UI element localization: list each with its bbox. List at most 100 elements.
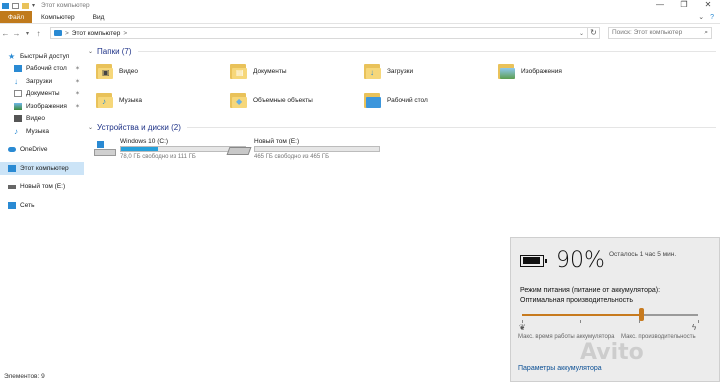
window-controls: — ❐ ✕ — [648, 0, 720, 11]
folder-videos[interactable]: ▣ Видео — [96, 62, 138, 80]
battery-icon — [520, 254, 547, 267]
sidebar-item-downloads[interactable]: ↓ Загрузки ✶ — [0, 75, 84, 88]
folder-desktop[interactable]: Рабочий стол — [364, 91, 428, 109]
ribbon-right-controls: ⌄ ? — [698, 11, 720, 23]
collapse-chevron-icon[interactable]: ⌄ — [88, 124, 93, 131]
drive-e[interactable]: Новый том (E:) 465 ГБ свободно из 465 ГБ — [226, 138, 380, 160]
search-placeholder: Поиск: Этот компьютер — [612, 29, 683, 36]
sidebar-item-videos[interactable]: Видео — [0, 113, 84, 126]
slider-tick — [698, 320, 699, 323]
sidebar-item-music[interactable]: ♪ Музыка — [0, 125, 84, 138]
documents-folder-icon: ▤ — [230, 62, 248, 80]
pin-icon[interactable]: ✶ — [75, 103, 80, 110]
explorer-app-icon — [2, 2, 9, 9]
power-mode-title: Режим питания (питание от аккумулятора): — [520, 287, 661, 294]
recent-locations-icon[interactable]: ▾ — [22, 30, 33, 37]
pin-icon[interactable]: ✶ — [75, 65, 80, 72]
lightning-icon: ϟ — [692, 323, 697, 332]
drive-usage-bar — [254, 146, 380, 152]
refresh-icon[interactable]: ↻ — [588, 27, 600, 39]
document-icon — [14, 90, 22, 98]
battery-summary: 90% — [520, 248, 605, 273]
pin-icon[interactable]: ✶ — [75, 78, 80, 85]
avito-watermark: Avito — [580, 340, 644, 365]
address-dropdown-icon[interactable]: ⌄ — [579, 30, 584, 37]
address-field[interactable]: > Этот компьютер > ⌄ — [50, 27, 588, 39]
window-title: Этот компьютер — [41, 2, 90, 9]
minimize-button[interactable]: — — [648, 0, 672, 11]
hard-drive-icon — [226, 141, 252, 157]
power-mode-value: Оптимальная производительность — [520, 297, 633, 304]
breadcrumb-this-pc[interactable]: Этот компьютер — [72, 30, 121, 37]
drive-free-space: 465 ГБ свободно из 465 ГБ — [254, 154, 330, 160]
battery-settings-link[interactable]: Параметры аккумулятора — [518, 365, 602, 372]
up-arrow-icon[interactable]: ↑ — [33, 29, 44, 38]
sidebar-item-pictures[interactable]: Изображения ✶ — [0, 100, 84, 113]
drive-usage-fill — [121, 147, 159, 151]
sidebar-item-this-pc[interactable]: Этот компьютер — [0, 162, 84, 175]
sidebar-quick-access[interactable]: ★ Быстрый доступ — [0, 50, 84, 63]
star-icon: ★ — [8, 51, 16, 61]
navigation-pane: ★ Быстрый доступ Рабочий стол ✶ ↓ Загруз… — [0, 50, 84, 370]
drives-grid: Windows 10 (C:) 78,0 ГБ свободно из 111 … — [86, 136, 720, 176]
folder-documents[interactable]: ▤ Документы — [230, 62, 287, 80]
power-mode-slider-track[interactable] — [522, 314, 698, 316]
battery-level — [522, 257, 540, 264]
drive-icon — [8, 184, 16, 189]
path-separator-2: > — [123, 29, 128, 37]
slider-tick — [580, 320, 581, 323]
cloud-icon — [8, 147, 16, 153]
network-icon — [8, 201, 16, 209]
content-pane: ⌄ Папки (7) ▣ Видео ▤ Документы ↓ Загруз… — [86, 44, 720, 176]
power-mode-slider-fill — [522, 314, 642, 316]
properties-icon[interactable] — [12, 2, 19, 9]
forward-arrow-icon[interactable]: → — [11, 29, 22, 38]
ribbon-tabs: Файл Компьютер Вид ⌄ ? — [0, 11, 720, 24]
leaf-icon: ❦ — [519, 323, 526, 332]
video-icon — [14, 115, 22, 123]
drive-name: Новый том (E:) — [254, 138, 300, 145]
qa-dropdown-icon[interactable]: ▾ — [32, 2, 35, 9]
3d-objects-folder-icon: ◆ — [230, 91, 248, 109]
sidebar-item-documents[interactable]: Документы ✶ — [0, 88, 84, 101]
search-icon: ⌕ — [704, 29, 708, 36]
folders-group-header[interactable]: ⌄ Папки (7) — [86, 44, 720, 58]
folder-pictures[interactable]: Изображения — [498, 62, 562, 80]
drives-group-header[interactable]: ⌄ Устройства и диски (2) — [86, 120, 720, 134]
windows-drive-icon — [94, 141, 116, 157]
search-input[interactable]: Поиск: Этот компьютер ⌕ — [608, 27, 712, 39]
path-separator: > — [65, 29, 69, 37]
folder-music[interactable]: ♪ Музыка — [96, 91, 142, 109]
download-icon: ↓ — [14, 76, 18, 86]
address-bar-row: ← → ▾ ↑ > Этот компьютер > ⌄ ↻ Поиск: Эт… — [0, 26, 720, 40]
computer-icon — [8, 164, 16, 172]
collapse-chevron-icon[interactable]: ⌄ — [88, 48, 93, 55]
sidebar-item-new-volume[interactable]: Новый том (E:) — [0, 181, 84, 194]
downloads-folder-icon: ↓ — [364, 62, 382, 80]
new-folder-icon[interactable] — [22, 2, 29, 9]
slider-tick — [639, 320, 640, 323]
battery-time-remaining: Осталось 1 час 5 мин. — [609, 251, 677, 258]
video-folder-icon: ▣ — [96, 62, 114, 80]
title-bar: ▾ Этот компьютер — ❐ ✕ — [0, 0, 720, 11]
sidebar-item-onedrive[interactable]: OneDrive — [0, 144, 84, 157]
tab-file[interactable]: Файл — [0, 11, 32, 23]
sidebar-item-network[interactable]: Сеть — [0, 199, 84, 212]
folder-3d-objects[interactable]: ◆ Объемные объекты — [230, 91, 313, 109]
folder-downloads[interactable]: ↓ Загрузки — [364, 62, 413, 80]
ribbon-expand-icon[interactable]: ⌄ — [698, 13, 704, 21]
desktop-icon — [14, 65, 22, 73]
tab-view[interactable]: Вид — [84, 11, 114, 23]
tab-computer[interactable]: Компьютер — [32, 11, 84, 23]
sidebar-item-desktop[interactable]: Рабочий стол ✶ — [0, 63, 84, 76]
quick-access-toolbar: ▾ — [0, 2, 35, 9]
drive-c[interactable]: Windows 10 (C:) 78,0 ГБ свободно из 111 … — [94, 138, 246, 160]
maximize-button[interactable]: ❐ — [672, 0, 696, 11]
pin-icon[interactable]: ✶ — [75, 90, 80, 97]
desktop-folder-icon — [364, 91, 382, 109]
help-icon[interactable]: ? — [710, 14, 714, 21]
back-arrow-icon[interactable]: ← — [0, 29, 11, 38]
close-button[interactable]: ✕ — [696, 0, 720, 11]
this-pc-icon — [54, 30, 62, 36]
status-item-count: Элементов: 9 — [4, 373, 45, 380]
